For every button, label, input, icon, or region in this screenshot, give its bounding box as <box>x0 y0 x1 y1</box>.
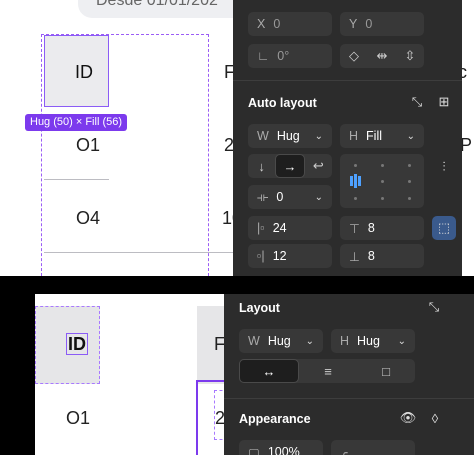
align-indicator <box>350 176 353 186</box>
collapse-icon[interactable]: ⤡ <box>425 298 443 316</box>
width-select[interactable]: W Hug ⌄ <box>248 124 332 148</box>
id-header-cell[interactable]: ID <box>44 35 109 107</box>
rotation-field[interactable]: ∟ 0° <box>248 44 332 68</box>
height-label: H <box>340 334 350 348</box>
direction-toggle: ↓ → ↩ <box>248 154 332 178</box>
freeform-icon[interactable]: □ <box>357 359 415 383</box>
opacity-field[interactable]: ▢ 100% <box>239 440 323 455</box>
width-value: Hug <box>276 129 300 143</box>
padding-top-field[interactable]: ⊤ 8 <box>340 216 424 240</box>
padding-right-value: 12 <box>272 249 287 263</box>
row-next-cell: 2 <box>215 408 224 428</box>
flip-horizontal-icon[interactable]: ⇹ <box>368 44 396 68</box>
date-filter-field[interactable]: Desde 01/01/202 <box>78 0 258 18</box>
corner-icon[interactable]: ◇ <box>340 44 368 68</box>
gap-select[interactable]: ⟛ 0 ⌄ <box>248 185 332 209</box>
vertical-direction-icon[interactable]: ↓ <box>248 154 275 178</box>
gap-value: 0 <box>276 190 284 204</box>
layout-title: Layout <box>239 301 280 315</box>
chevron-down-icon: ⌄ <box>397 335 406 347</box>
width-label: W <box>257 129 269 143</box>
align-dot <box>408 164 411 167</box>
width-label: W <box>248 334 260 348</box>
height-select[interactable]: H Fill ⌄ <box>340 124 424 148</box>
row-divider <box>44 252 233 253</box>
align-dot <box>408 197 411 200</box>
height-label: H <box>349 129 359 143</box>
id-header-text: ID <box>75 62 93 82</box>
row-divider <box>44 179 109 180</box>
padding-top-value: 8 <box>367 221 375 235</box>
layout-mode-toggle: ↔ ≡ □ <box>239 359 415 383</box>
align-dot <box>354 164 357 167</box>
section-divider <box>233 80 462 81</box>
design-canvas-bottom[interactable]: ID F O1 2 <box>0 276 224 455</box>
align-dot <box>408 180 411 183</box>
height-value: Fill <box>366 129 382 143</box>
padding-left-value: 24 <box>272 221 287 235</box>
layout-options-icon[interactable]: ⊞ <box>435 93 453 111</box>
alignment-grid[interactable] <box>340 154 424 208</box>
sliders-icon[interactable]: ⫶ <box>435 158 453 176</box>
header-spacer <box>100 306 197 384</box>
width-select[interactable]: W Hug ⌄ <box>239 329 323 353</box>
x-value: 0 <box>273 17 281 31</box>
properties-panel-bottom: Layout ⤡ W Hug ⌄ H Hug ⌄ ↔ ≡ □ Appearanc… <box>224 294 474 455</box>
height-select[interactable]: H Hug ⌄ <box>331 329 415 353</box>
transform-buttons: ◇ ⇹ ⇳ <box>340 44 424 68</box>
row-id-cell: O1 <box>66 408 91 428</box>
width-value: Hug <box>267 334 291 348</box>
individual-padding-icon[interactable]: ⬚ <box>432 216 456 240</box>
align-indicator <box>354 174 357 188</box>
size-badge: Hug (50) × Fill (56) <box>25 114 128 131</box>
align-dot <box>381 197 384 200</box>
eye-icon[interactable]: 👁 <box>399 409 417 427</box>
horizontal-direction-icon[interactable]: → <box>275 154 305 178</box>
padding-left-field[interactable]: |▫ 24 <box>248 216 332 240</box>
horizontal-layout-icon[interactable]: ↔ <box>239 359 299 383</box>
rotation-icon: ∟ <box>257 49 270 63</box>
opacity-icon: ▢ <box>248 445 260 455</box>
padding-bottom-value: 8 <box>367 249 375 263</box>
date-filter-text: Desde 01/01/202 <box>96 0 218 9</box>
padding-right-field[interactable]: ▫| 12 <box>248 244 332 268</box>
x-label: X <box>257 17 266 31</box>
y-position-field[interactable]: Y 0 <box>340 12 424 36</box>
rotation-value: 0° <box>277 49 290 63</box>
padding-top-icon: ⊤ <box>349 221 360 236</box>
row-id-cell: O1 <box>76 135 101 155</box>
id-header-text[interactable]: ID <box>66 333 88 355</box>
x-position-field[interactable]: X 0 <box>248 12 332 36</box>
chevron-down-icon: ⌄ <box>314 130 323 142</box>
align-dot <box>381 164 384 167</box>
corner-radius-field[interactable]: ╭ <box>331 440 415 455</box>
properties-panel-top: X 0 Y 0 ∟ 0° ◇ ⇹ ⇳ Auto layout ⤡ ⊞ W Hug… <box>233 0 462 276</box>
chevron-down-icon: ⌄ <box>305 335 314 347</box>
appearance-title: Appearance <box>239 412 311 426</box>
next-header-text: F <box>214 334 224 354</box>
align-dot <box>354 197 357 200</box>
y-label: Y <box>349 17 358 31</box>
auto-layout-title: Auto layout <box>248 96 317 110</box>
align-indicator <box>358 176 361 186</box>
padding-bottom-field[interactable]: ⊥ 8 <box>340 244 424 268</box>
padding-right-icon: ▫| <box>257 249 265 263</box>
padding-bottom-icon: ⊥ <box>349 249 360 264</box>
wrap-icon[interactable]: ↩ <box>305 154 332 178</box>
corner-radius-icon: ╭ <box>340 445 348 455</box>
row-id-cell: O4 <box>76 208 101 228</box>
collapse-icon[interactable]: ⤡ <box>408 93 426 111</box>
y-value: 0 <box>365 17 373 31</box>
section-divider <box>224 398 474 399</box>
text-align-icon[interactable]: ≡ <box>299 359 357 383</box>
align-dot <box>381 180 384 183</box>
gap-icon: ⟛ <box>257 189 269 204</box>
padding-left-icon: |▫ <box>257 221 265 235</box>
opacity-value: 100% <box>267 445 300 455</box>
drop-icon[interactable]: ◊ <box>426 409 444 427</box>
height-value: Hug <box>357 334 380 348</box>
chevron-down-icon: ⌄ <box>314 191 323 203</box>
flip-vertical-icon[interactable]: ⇳ <box>396 44 424 68</box>
chevron-down-icon: ⌄ <box>406 130 415 142</box>
